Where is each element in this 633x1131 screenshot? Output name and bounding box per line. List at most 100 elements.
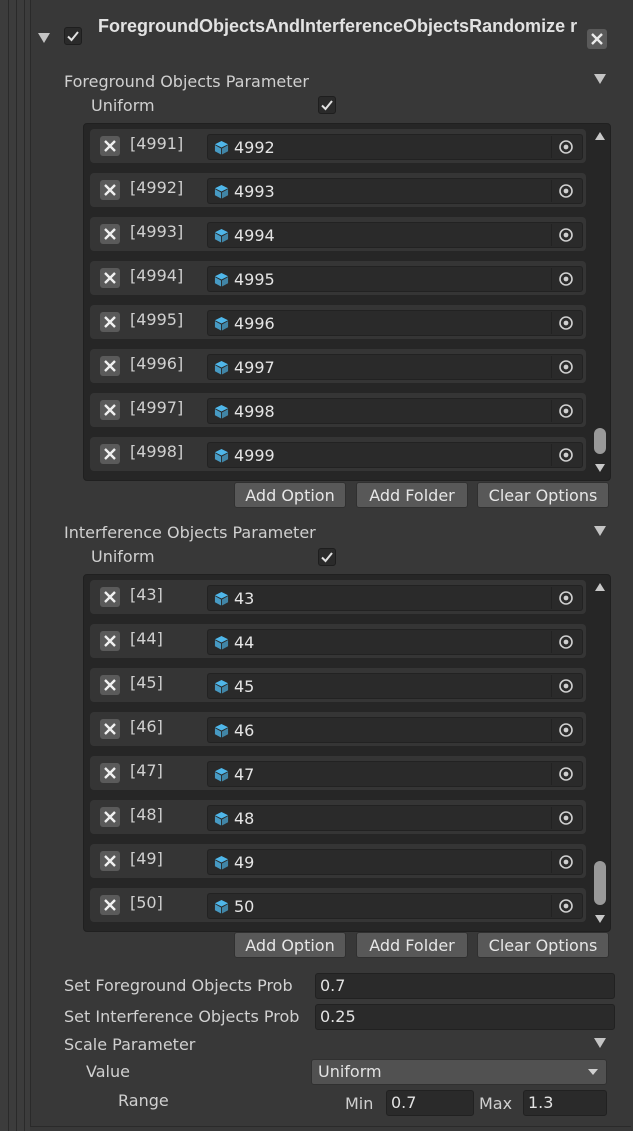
scale-min-field[interactable]: 0.7 (386, 1090, 474, 1116)
scrollbar-thumb[interactable] (594, 428, 606, 454)
foreground-clear-options-button[interactable]: Clear Options (477, 482, 609, 508)
foreground-option-row[interactable]: [4995] 4996 (90, 305, 586, 339)
interference-scrollbar[interactable] (592, 579, 608, 927)
remove-option-button[interactable] (100, 400, 120, 420)
object-picker-button[interactable] (551, 631, 580, 653)
scroll-down-arrow-icon[interactable] (595, 915, 605, 923)
interference-foldout-icon[interactable] (594, 526, 606, 536)
interference-option-row[interactable]: [48] 48 (90, 800, 586, 834)
object-field[interactable]: 43 (207, 585, 583, 611)
foreground-options-list[interactable]: [4991] 4992 [4992] 4993 [4993] 4994 [4994] 4995… (83, 123, 611, 481)
interference-option-row[interactable]: [44] 44 (90, 624, 586, 658)
interference-option-row[interactable]: [47] 47 (90, 756, 586, 790)
scale-value-dropdown[interactable]: Uniform (311, 1059, 607, 1085)
interference-option-row[interactable]: [45] 45 (90, 668, 586, 702)
remove-option-button[interactable] (100, 136, 120, 156)
interference-add-folder-button[interactable]: Add Folder (356, 932, 468, 958)
scrollbar-thumb[interactable] (594, 861, 606, 905)
object-picker-button[interactable] (551, 675, 580, 697)
remove-option-button[interactable] (100, 807, 120, 827)
scale-max-label: Max (479, 1094, 513, 1113)
close-icon (104, 591, 116, 603)
object-field[interactable]: 48 (207, 805, 583, 831)
foreground-option-row[interactable]: [4998] 4999 (90, 437, 586, 471)
remove-option-button[interactable] (100, 312, 120, 332)
object-field[interactable]: 4995 (207, 266, 583, 292)
object-picker-button[interactable] (551, 224, 580, 246)
component-foldout-icon[interactable] (38, 33, 50, 43)
interference-options-list[interactable]: [43] 43 [44] 44 [45] 45 [46] 46 [47] 47 [48] 48 [49]… (83, 574, 611, 932)
object-picker-button[interactable] (551, 356, 580, 378)
object-field[interactable]: 46 (207, 717, 583, 743)
foreground-option-row[interactable]: [4996] 4997 (90, 349, 586, 383)
foreground-uniform-checkbox[interactable] (318, 96, 336, 114)
foreground-option-row[interactable]: [4991] 4992 (90, 129, 586, 163)
interference-prob-field[interactable]: 0.25 (315, 1004, 615, 1030)
foreground-option-row[interactable]: [4997] 4998 (90, 393, 586, 427)
option-index-label: [4993] (130, 222, 184, 241)
remove-component-button[interactable] (586, 28, 608, 50)
object-field[interactable]: 44 (207, 629, 583, 655)
interference-option-row[interactable]: [46] 46 (90, 712, 586, 746)
remove-option-button[interactable] (100, 268, 120, 288)
object-picker-button[interactable] (551, 180, 580, 202)
object-field[interactable]: 50 (207, 893, 583, 919)
object-picker-button[interactable] (551, 807, 580, 829)
object-field[interactable]: 4996 (207, 310, 583, 336)
foreground-scrollbar[interactable] (592, 128, 608, 476)
object-picker-button[interactable] (551, 763, 580, 785)
interference-clear-options-button[interactable]: Clear Options (477, 932, 609, 958)
remove-option-button[interactable] (100, 675, 120, 695)
object-field[interactable]: 4994 (207, 222, 583, 248)
remove-option-button[interactable] (100, 587, 120, 607)
scale-foldout-icon[interactable] (594, 1038, 606, 1048)
interference-uniform-checkbox[interactable] (318, 548, 336, 566)
component-enabled-checkbox[interactable] (64, 27, 82, 45)
remove-option-button[interactable] (100, 719, 120, 739)
scroll-down-arrow-icon[interactable] (595, 464, 605, 472)
foreground-option-row[interactable]: [4992] 4993 (90, 173, 586, 207)
object-field[interactable]: 4998 (207, 398, 583, 424)
foreground-option-row[interactable]: [4993] 4994 (90, 217, 586, 251)
remove-option-button[interactable] (100, 180, 120, 200)
target-picker-icon (559, 767, 573, 781)
foreground-prob-field[interactable]: 0.7 (315, 973, 615, 999)
remove-option-button[interactable] (100, 224, 120, 244)
object-field[interactable]: 4997 (207, 354, 583, 380)
object-picker-button[interactable] (551, 312, 580, 334)
foreground-add-folder-button[interactable]: Add Folder (356, 482, 468, 508)
scroll-up-arrow-icon[interactable] (595, 583, 605, 591)
object-picker-button[interactable] (551, 587, 580, 609)
object-picker-button[interactable] (551, 895, 580, 917)
prefab-cube-icon (214, 679, 229, 694)
object-picker-button[interactable] (551, 444, 580, 466)
object-field[interactable]: 4999 (207, 442, 583, 468)
remove-option-button[interactable] (100, 895, 120, 915)
object-field[interactable]: 45 (207, 673, 583, 699)
object-field[interactable]: 49 (207, 849, 583, 875)
object-picker-button[interactable] (551, 851, 580, 873)
object-picker-button[interactable] (551, 268, 580, 290)
interference-option-row[interactable]: [49] 49 (90, 844, 586, 878)
remove-option-button[interactable] (100, 631, 120, 651)
remove-option-button[interactable] (100, 851, 120, 871)
scale-max-field[interactable]: 1.3 (523, 1090, 607, 1116)
interference-add-option-button[interactable]: Add Option (234, 932, 346, 958)
object-field[interactable]: 47 (207, 761, 583, 787)
object-field[interactable]: 4992 (207, 134, 583, 160)
object-picker-button[interactable] (551, 136, 580, 158)
object-picker-button[interactable] (551, 719, 580, 741)
scroll-up-arrow-icon[interactable] (595, 132, 605, 140)
foreground-option-row[interactable]: [4994] 4995 (90, 261, 586, 295)
interference-option-row[interactable]: [50] 50 (90, 888, 586, 922)
remove-option-button[interactable] (100, 356, 120, 376)
object-field[interactable]: 4993 (207, 178, 583, 204)
foreground-foldout-icon[interactable] (594, 74, 606, 84)
interference-option-row[interactable]: [43] 43 (90, 580, 586, 614)
remove-option-button[interactable] (100, 444, 120, 464)
remove-option-button[interactable] (100, 763, 120, 783)
option-index-label: [48] (130, 805, 163, 824)
object-field-value: 4994 (234, 226, 275, 245)
foreground-add-option-button[interactable]: Add Option (234, 482, 346, 508)
object-picker-button[interactable] (551, 400, 580, 422)
